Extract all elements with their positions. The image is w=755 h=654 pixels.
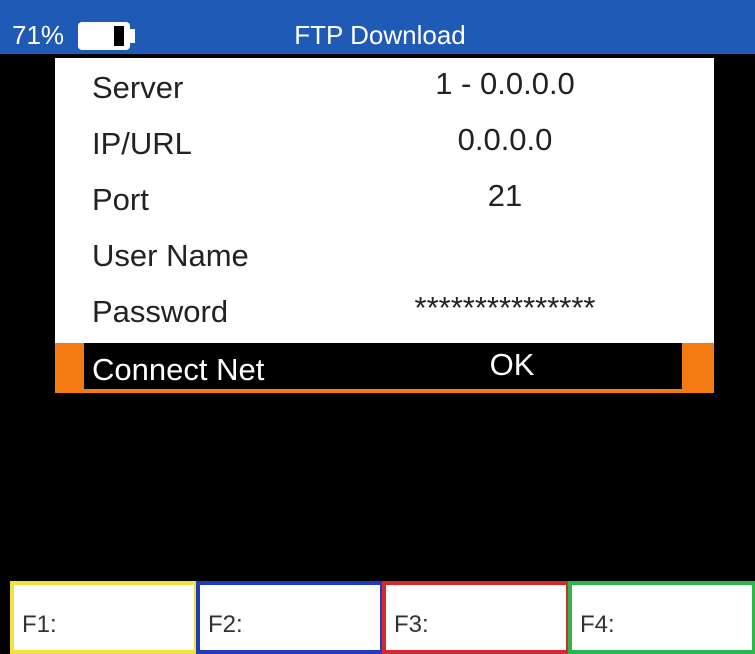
f4-label: F4: <box>580 611 615 638</box>
server-label: Server <box>92 70 184 105</box>
screen-title: FTP Download <box>294 20 466 50</box>
password-row[interactable]: Password *************** <box>55 284 714 340</box>
password-value: *************** <box>414 290 596 325</box>
battery-percentage: 71% <box>12 20 65 50</box>
ip-url-row[interactable]: IP/URL 0.0.0.0 <box>55 116 714 172</box>
battery-tip <box>130 29 135 43</box>
ip-url-label: IP/URL <box>92 126 192 161</box>
connect-net-value: OK <box>489 347 535 382</box>
battery-icon <box>78 22 130 50</box>
ftp-settings-panel: Server 1 - 0.0.0.0 IP/URL 0.0.0.0 Port 2… <box>55 58 714 343</box>
port-row[interactable]: Port 21 <box>55 172 714 228</box>
f3-button[interactable]: F3: <box>382 581 570 654</box>
f2-button[interactable]: F2: <box>196 581 384 654</box>
f1-button[interactable]: F1: <box>10 581 198 654</box>
server-row[interactable]: Server 1 - 0.0.0.0 <box>55 60 714 116</box>
function-key-bar: F1: F2: F3: F4: <box>0 578 755 654</box>
f3-label: F3: <box>394 611 429 638</box>
port-label: Port <box>92 182 149 217</box>
password-label: Password <box>92 294 229 329</box>
server-value: 1 - 0.0.0.0 <box>435 66 575 101</box>
f1-label: F1: <box>22 611 57 638</box>
f4-button[interactable]: F4: <box>568 581 755 654</box>
ip-url-value: 0.0.0.0 <box>457 122 553 157</box>
status-bar: 71% FTP Download <box>0 0 755 54</box>
port-value: 21 <box>487 178 523 213</box>
user-name-label: User Name <box>92 238 249 273</box>
user-name-row[interactable]: User Name <box>55 228 714 284</box>
f2-label: F2: <box>208 611 243 638</box>
connect-net-label: Connect Net <box>92 352 265 387</box>
